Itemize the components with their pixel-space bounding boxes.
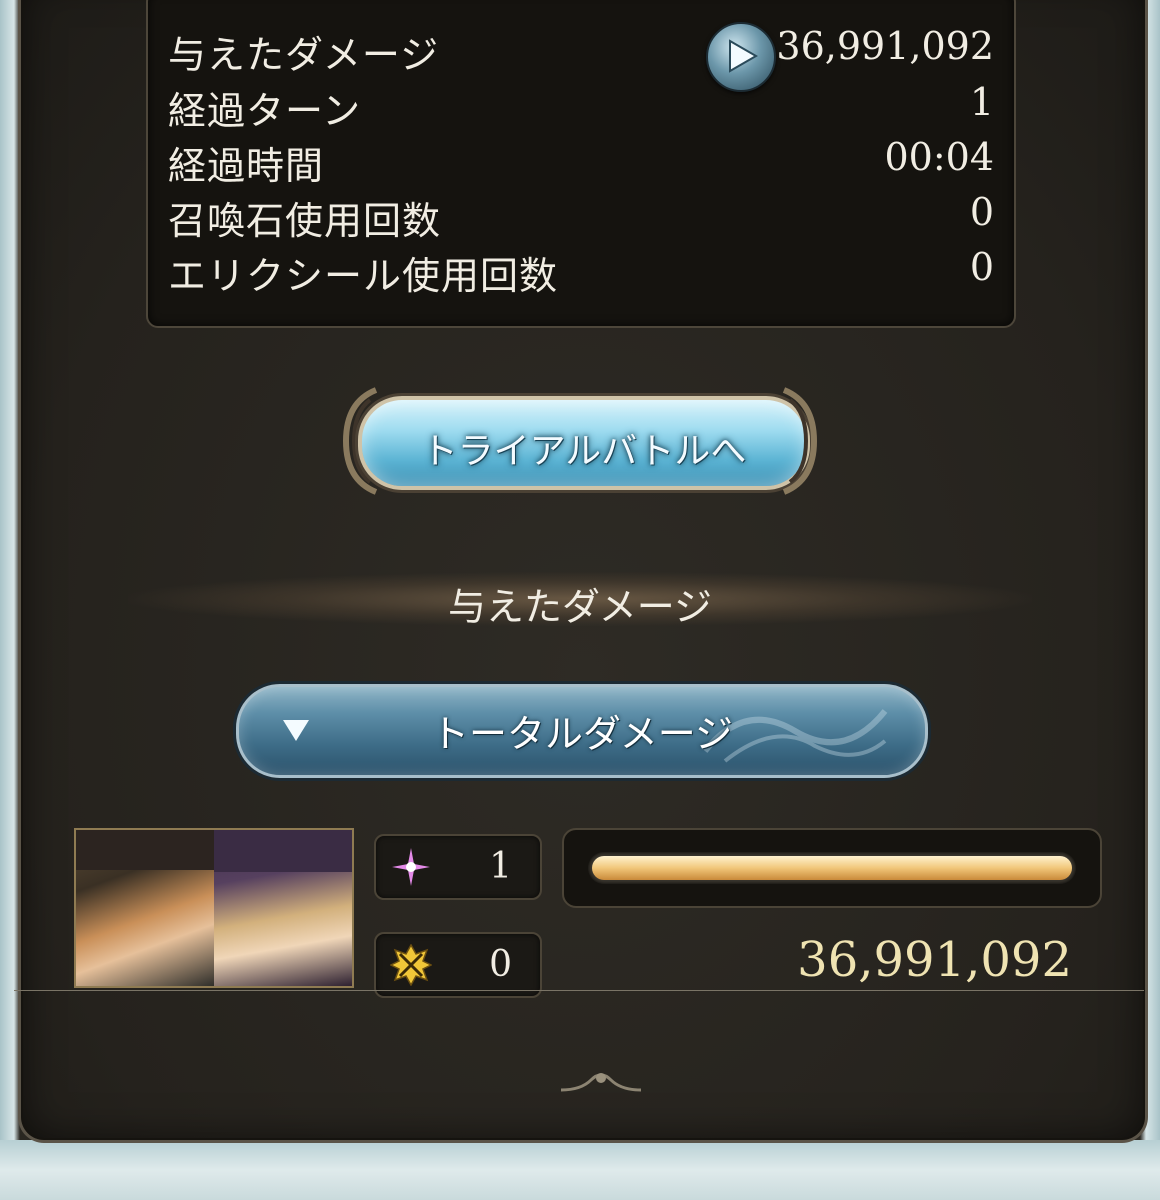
stat-label: 与えたダメージ — [168, 33, 440, 77]
crossed-swords-icon — [390, 944, 432, 986]
sparkle-icon — [392, 848, 430, 886]
trial-battle-button-face[interactable]: トライアルバトルへ — [358, 396, 810, 490]
panel-ornament — [561, 1073, 641, 1092]
stat-row-turns: 経過ターン 1 — [168, 80, 994, 134]
button-cap-ornament-icon — [782, 387, 818, 495]
stat-value: 36,991,092 — [776, 24, 994, 68]
trial-battle-label: トライアルバトルへ — [421, 431, 747, 472]
stat-value: 0 — [969, 190, 994, 234]
damage-section-header: 与えたダメージ — [128, 572, 1032, 629]
stat-label: 召喚石使用回数 — [168, 199, 442, 243]
stat-value: 00:04 — [884, 135, 994, 179]
stat-row-damage: 与えたダメージ 36,991,092 — [168, 22, 994, 92]
battle-stats-box: 与えたダメージ 36,991,092 経過ターン 1 経過時間 00:04 召喚… — [146, 0, 1016, 328]
ougi-count-value: 1 — [489, 846, 512, 887]
stat-label: エリクシール使用回数 — [168, 254, 559, 298]
damage-ratio-track — [588, 852, 1076, 884]
section-title: 与えたダメージ — [447, 585, 713, 629]
stat-row-time: 経過時間 00:04 — [168, 135, 994, 189]
stat-label: 経過時間 — [168, 144, 325, 188]
divider-line — [14, 990, 1144, 991]
chain-count-chip: 0 — [374, 932, 542, 998]
damage-ratio-fill — [592, 856, 1072, 880]
stat-row-elixirs: エリクシール使用回数 0 — [168, 245, 994, 299]
stat-value: 1 — [969, 80, 994, 124]
character-damage-value: 36,991,092 — [797, 932, 1072, 988]
damage-type-dropdown[interactable]: トータルダメージ — [236, 684, 928, 778]
ougi-count-chip: 1 — [374, 834, 542, 900]
background-sky — [0, 1140, 1160, 1200]
stat-label: 経過ターン — [168, 89, 362, 133]
dropdown-selected-value: トータルダメージ — [430, 712, 734, 756]
character-portrait — [74, 828, 354, 988]
damage-ratio-bar — [562, 828, 1102, 908]
chain-count-value: 0 — [489, 944, 512, 985]
trial-battle-button[interactable]: トライアルバトルへ — [340, 382, 820, 500]
stat-row-summons: 召喚石使用回数 0 — [168, 190, 994, 244]
character-portrait-gran — [76, 830, 214, 986]
play-icon — [729, 39, 758, 73]
character-portrait-djeeta — [214, 830, 352, 986]
stat-value: 0 — [969, 245, 994, 289]
